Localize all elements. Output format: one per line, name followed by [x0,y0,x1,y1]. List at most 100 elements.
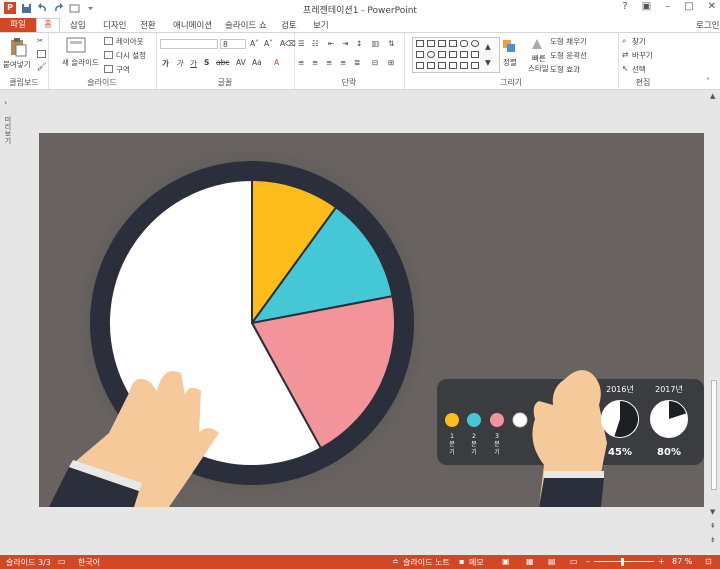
underline-icon[interactable]: 가 [190,58,197,69]
triangle-shape-icon[interactable] [438,51,446,58]
fit-slide-icon[interactable]: ⊡ [705,557,712,566]
decrease-indent-icon[interactable]: ⇤ [328,39,334,48]
quick-styles-label-2[interactable]: 스타일 [528,63,549,74]
rectangle-shape-icon[interactable] [449,40,457,47]
language-indicator[interactable]: 한국어 [78,557,100,568]
gallery-scroll-up-icon[interactable]: ▲ [485,42,491,51]
reset-button[interactable]: 다시 설정 [116,50,146,61]
previous-slide-icon[interactable]: ⇞ [710,522,716,530]
bold-icon[interactable]: 가 [162,58,169,69]
layout-button[interactable]: 레이아웃 [116,36,144,47]
tab-file[interactable]: 파일 [0,18,36,32]
columns-icon[interactable]: ▥ [372,39,379,48]
scroll-thumb[interactable] [711,380,717,490]
rectangle-shape-icon[interactable] [416,51,424,58]
oval-shape-icon[interactable] [427,51,435,58]
copy-icon[interactable] [37,50,46,58]
vertical-scrollbar[interactable]: ▲ ▼ ⇞ ⇟ [708,90,720,555]
ribbon-display-icon[interactable]: ▣ [642,1,651,12]
paste-button[interactable]: 붙여넣기 [3,59,31,70]
tab-animations[interactable]: 애니메이션 [173,19,212,31]
line-shape-icon[interactable] [460,51,468,58]
arrange-icon[interactable] [502,39,516,53]
help-icon[interactable]: ? [622,1,627,12]
numbering-icon[interactable]: ☷ [312,39,319,48]
increase-indent-icon[interactable]: ⇥ [342,39,348,48]
tab-design[interactable]: 디자인 [103,19,126,31]
bullets-icon[interactable]: ☰ [298,39,305,48]
shape-outline-button[interactable]: 도형 윤곽선 [550,50,587,61]
cut-icon[interactable]: ✂ [37,36,43,45]
zoom-slider[interactable] [594,561,654,562]
font-color-icon[interactable]: A [274,58,279,67]
arrow-shape-icon[interactable] [471,51,479,58]
shapes-gallery[interactable]: ▲ ▼ [412,37,500,73]
tab-transitions[interactable]: 전환 [140,19,156,31]
zoom-level[interactable]: 87 % [672,557,692,566]
gallery-more-icon[interactable]: ▼ [485,58,491,67]
new-slide-button[interactable]: 새 슬라이드 [62,57,99,68]
italic-icon[interactable]: 가 [176,58,183,69]
align-right-icon[interactable]: ≡ [326,58,332,67]
paste-icon[interactable] [9,37,27,57]
quick-styles-icon[interactable] [530,37,544,51]
zoom-in-icon[interactable]: + [658,557,665,566]
normal-view-icon[interactable]: ▣ [502,557,510,566]
tab-review[interactable]: 검토 [281,19,297,31]
change-case-icon[interactable]: Aa [252,58,262,67]
rectangle-shape-icon[interactable] [427,40,435,47]
brace-shape-icon[interactable] [449,62,457,69]
scroll-down-icon[interactable]: ▼ [710,508,715,516]
shape-effects-button[interactable]: 도형 효과 [550,64,580,75]
new-slide-icon[interactable] [66,37,86,55]
reading-view-icon[interactable]: ▤ [548,557,556,566]
smartart-icon[interactable]: ⊞ [388,58,394,67]
zoom-thumb[interactable] [621,558,624,566]
char-spacing-icon[interactable]: AV [236,58,246,67]
spellcheck-icon[interactable]: ▭ [58,557,66,566]
grow-font-icon[interactable]: A˄ [250,39,259,48]
distribute-icon[interactable]: ≣ [354,58,360,67]
rounded-rect-shape-icon[interactable] [460,40,468,47]
font-size-combo[interactable]: 8 [220,39,246,49]
find-button[interactable]: 찾기 [632,36,646,47]
tab-insert[interactable]: 삽입 [70,19,86,31]
slide-sorter-icon[interactable]: ▦ [526,557,534,566]
font-name-combo[interactable] [160,39,218,49]
zoom-out-icon[interactable]: – [586,557,590,566]
align-left-icon[interactable]: ≡ [298,58,304,67]
align-center-icon[interactable]: ≡ [312,58,318,67]
replace-button[interactable]: 바꾸기 [632,50,653,61]
shadow-icon[interactable]: S [204,58,209,67]
shape-fill-button[interactable]: 도형 채우기 [550,36,587,47]
scroll-up-icon[interactable]: ▲ [710,92,715,100]
tab-slideshow[interactable]: 슬라이드 쇼 [225,19,267,31]
minimize-icon[interactable]: – [665,1,670,12]
rectangle-shape-icon[interactable] [416,40,424,47]
format-painter-icon[interactable]: 🖌 [37,62,47,71]
comments-button[interactable]: 메모 [469,557,484,568]
text-direction-icon[interactable]: ⇅ [388,39,394,48]
select-button[interactable]: 선택 [632,64,646,75]
curve-shape-icon[interactable] [438,62,446,69]
line-spacing-icon[interactable]: ↕ [356,39,362,48]
slideshow-view-icon[interactable]: ▭ [570,557,578,566]
maximize-icon[interactable]: □ [684,1,693,12]
brace-shape-icon[interactable] [460,62,468,69]
line-shape-icon[interactable] [438,40,446,47]
star-shape-icon[interactable] [471,62,479,69]
section-button[interactable]: 구역 [116,64,130,75]
notes-button[interactable]: 슬라이드 노트 [403,557,450,568]
slide-canvas[interactable]: 1분기2분기3분기 2016년 2017년 45% 80% [39,133,704,507]
shrink-font-icon[interactable]: A˅ [264,39,273,48]
collapse-ribbon-icon[interactable]: ˄ [706,77,710,86]
align-text-icon[interactable]: ⊟ [372,58,378,67]
curve-shape-icon[interactable] [427,62,435,69]
strikethrough-icon[interactable]: abc [216,58,229,67]
line-shape-icon[interactable] [449,51,457,58]
tab-view[interactable]: 보기 [313,19,329,31]
star-shape-icon[interactable] [416,62,424,69]
thumbnail-pane-label[interactable]: 미리보기 [3,116,13,144]
close-icon[interactable]: ✕ [708,1,716,12]
expand-pane-icon[interactable]: › [4,98,7,107]
